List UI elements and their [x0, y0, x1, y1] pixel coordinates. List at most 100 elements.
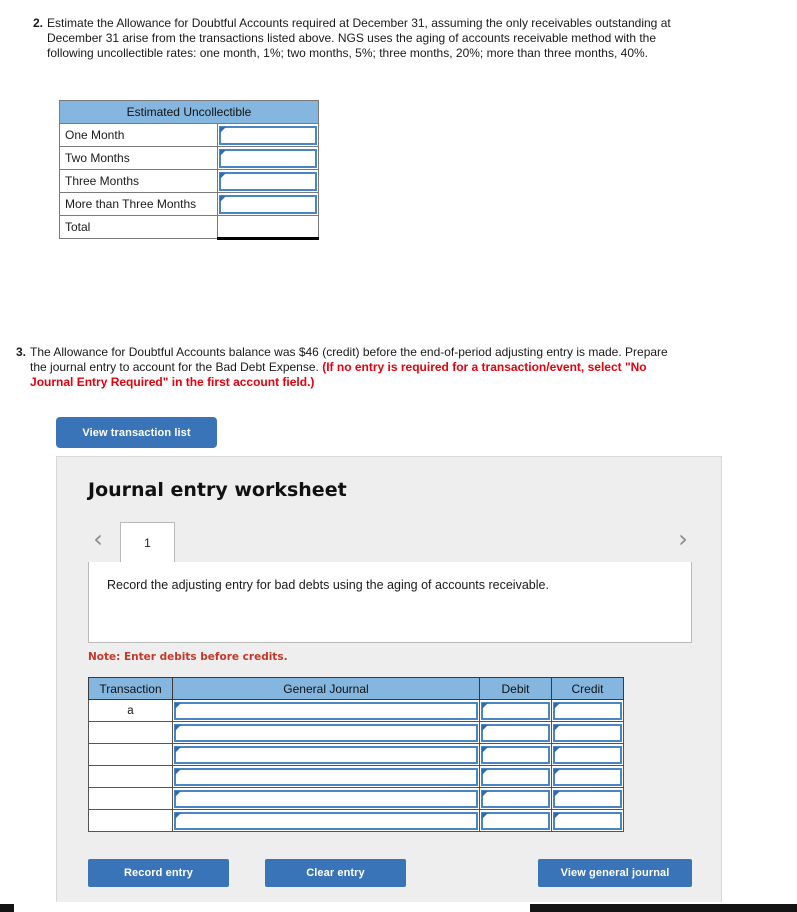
- one-month-input[interactable]: [219, 125, 317, 145]
- credit-cell[interactable]: [551, 787, 624, 810]
- table-row: Three Months: [59, 169, 319, 193]
- credit-input[interactable]: [553, 811, 622, 830]
- general-journal-input[interactable]: [174, 811, 478, 830]
- debit-input[interactable]: [481, 745, 550, 764]
- table-row: More than Three Months: [59, 192, 319, 216]
- table-row: [88, 743, 624, 766]
- transaction-label: [88, 721, 173, 744]
- debit-cell[interactable]: [479, 699, 552, 722]
- row-label-three-months: Three Months: [59, 169, 218, 193]
- transaction-label: [88, 809, 173, 832]
- general-journal-cell[interactable]: [172, 743, 480, 766]
- transaction-label: [88, 743, 173, 766]
- credit-cell[interactable]: [551, 809, 624, 832]
- table-row: Total: [59, 215, 319, 240]
- debit-cell[interactable]: [479, 809, 552, 832]
- debit-input[interactable]: [481, 723, 550, 742]
- question-2-text: Estimate the Allowance for Doubtful Acco…: [47, 16, 671, 60]
- row-label-total: Total: [59, 215, 218, 239]
- record-entry-button[interactable]: Record entry: [88, 859, 229, 887]
- journal-entry-table: Transaction General Journal Debit Credit…: [88, 677, 624, 832]
- question-3-number: 3.: [16, 345, 27, 359]
- general-journal-cell[interactable]: [172, 787, 480, 810]
- table-row: [88, 765, 624, 788]
- general-journal-input[interactable]: [174, 789, 478, 808]
- transaction-label: [88, 787, 173, 810]
- credit-input[interactable]: [553, 745, 622, 764]
- transaction-label: [88, 765, 173, 788]
- general-journal-input[interactable]: [174, 745, 478, 764]
- question-3: 3. The Allowance for Doubtful Accounts b…: [16, 345, 676, 390]
- row-label-one-month: One Month: [59, 123, 218, 147]
- question-2: 2. Estimate the Allowance for Doubtful A…: [33, 16, 673, 61]
- debit-input[interactable]: [481, 701, 550, 720]
- input-cell-two-months[interactable]: [217, 146, 319, 170]
- table-row: Two Months: [59, 146, 319, 170]
- table-header-row: Estimated Uncollectible: [59, 100, 319, 124]
- general-journal-input[interactable]: [174, 723, 478, 742]
- general-journal-cell[interactable]: [172, 765, 480, 788]
- table-row: One Month: [59, 123, 319, 147]
- input-cell-more-than-three-months[interactable]: [217, 192, 319, 216]
- total-value: [219, 217, 317, 236]
- input-cell-three-months[interactable]: [217, 169, 319, 193]
- estimated-uncollectible-body: One Month Two Months Three Months More t…: [59, 123, 319, 240]
- credit-cell[interactable]: [551, 699, 624, 722]
- debit-cell[interactable]: [479, 765, 552, 788]
- more-than-three-months-input[interactable]: [219, 194, 317, 214]
- table-row: [88, 809, 624, 832]
- table-row: [88, 721, 624, 744]
- worksheet-tab-nav: ‹ 1 ›: [57, 519, 723, 563]
- debit-input[interactable]: [481, 811, 550, 830]
- scrollbar-segment-left[interactable]: [0, 904, 14, 912]
- journal-table-container: Transaction General Journal Debit Credit…: [88, 677, 624, 832]
- clear-entry-button[interactable]: Clear entry: [265, 859, 406, 887]
- debit-cell[interactable]: [479, 787, 552, 810]
- general-journal-input[interactable]: [174, 767, 478, 786]
- estimated-uncollectible-table: Estimated Uncollectible One Month Two Mo…: [59, 100, 319, 240]
- debit-input[interactable]: [481, 767, 550, 786]
- journal-entry-worksheet-panel: Journal entry worksheet ‹ 1 › Record the…: [56, 456, 722, 902]
- debits-before-credits-note: Note: Enter debits before credits.: [88, 651, 288, 663]
- total-cell: [217, 215, 319, 240]
- input-cell-one-month[interactable]: [217, 123, 319, 147]
- credit-input[interactable]: [553, 701, 622, 720]
- row-label-two-months: Two Months: [59, 146, 218, 170]
- column-header-credit: Credit: [551, 677, 624, 700]
- row-label-more-than-three-months: More than Three Months: [59, 192, 218, 216]
- question-3-text: The Allowance for Doubtful Accounts bala…: [30, 345, 676, 390]
- horizontal-scrollbar[interactable]: [0, 904, 797, 912]
- worksheet-title: Journal entry worksheet: [88, 479, 347, 501]
- chevron-right-icon[interactable]: ›: [672, 527, 694, 553]
- column-header-transaction: Transaction: [88, 677, 173, 700]
- transaction-label: a: [88, 699, 173, 722]
- three-months-input[interactable]: [219, 171, 317, 191]
- general-journal-cell[interactable]: [172, 721, 480, 744]
- estimated-uncollectible-header: Estimated Uncollectible: [59, 100, 319, 124]
- credit-cell[interactable]: [551, 765, 624, 788]
- debit-input[interactable]: [481, 789, 550, 808]
- question-2-number: 2.: [33, 16, 44, 30]
- credit-input[interactable]: [553, 767, 622, 786]
- view-transaction-list-button[interactable]: View transaction list: [56, 417, 217, 448]
- credit-cell[interactable]: [551, 721, 624, 744]
- worksheet-tab-1[interactable]: 1: [120, 522, 175, 562]
- credit-cell[interactable]: [551, 743, 624, 766]
- chevron-left-icon[interactable]: ‹: [87, 527, 109, 553]
- journal-body: a: [88, 699, 624, 832]
- general-journal-cell[interactable]: [172, 809, 480, 832]
- scrollbar-segment-right[interactable]: [530, 904, 797, 912]
- credit-input[interactable]: [553, 723, 622, 742]
- general-journal-input[interactable]: [174, 701, 478, 720]
- general-journal-cell[interactable]: [172, 699, 480, 722]
- table-row: a: [88, 699, 624, 722]
- credit-input[interactable]: [553, 789, 622, 808]
- journal-header-row: Transaction General Journal Debit Credit: [88, 677, 624, 700]
- column-header-debit: Debit: [479, 677, 552, 700]
- two-months-input[interactable]: [219, 148, 317, 168]
- debit-cell[interactable]: [479, 743, 552, 766]
- worksheet-description: Record the adjusting entry for bad debts…: [88, 562, 692, 643]
- view-general-journal-button[interactable]: View general journal: [538, 859, 692, 887]
- column-header-general-journal: General Journal: [172, 677, 480, 700]
- debit-cell[interactable]: [479, 721, 552, 744]
